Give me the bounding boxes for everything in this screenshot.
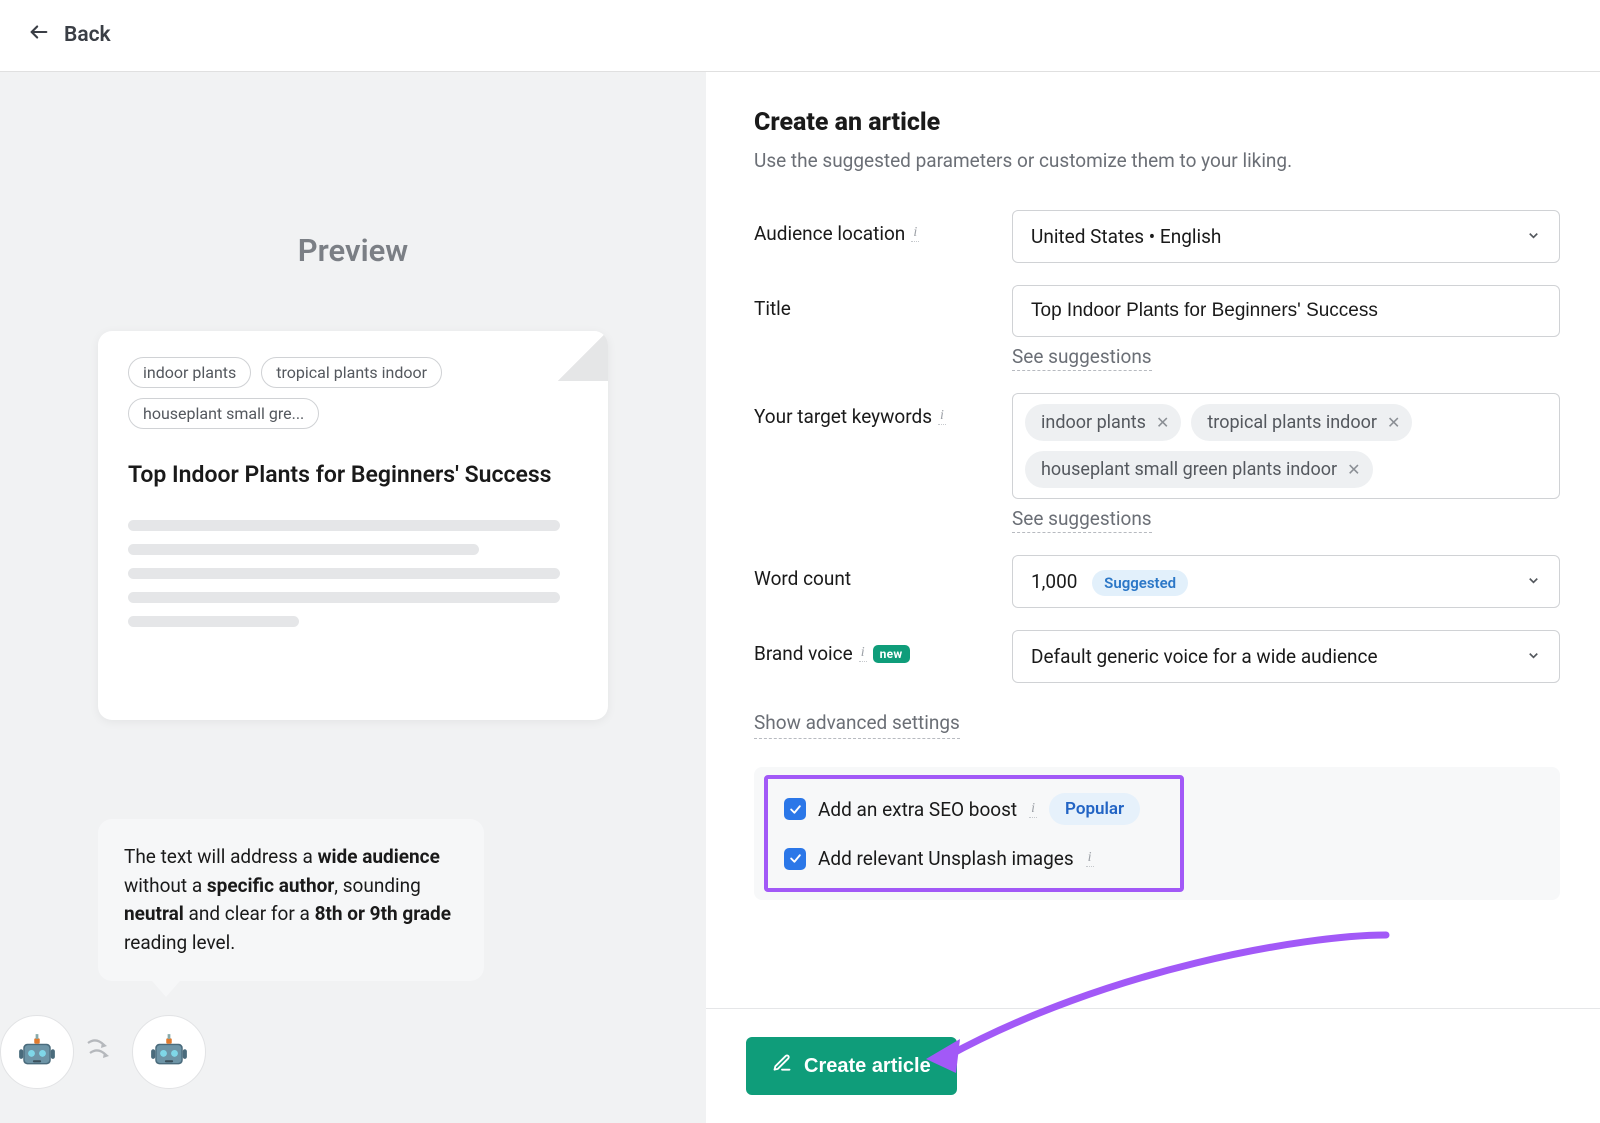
preview-column: Preview indoor plants tropical plants in…	[0, 71, 706, 1123]
robot-avatar	[0, 1015, 74, 1089]
extras-panel: Add an extra SEO boost i Popular Add rel…	[754, 767, 1560, 900]
tip-text: without a	[124, 874, 207, 897]
preview-title: Top Indoor Plants for Beginners' Success	[128, 459, 578, 490]
label-wordcount: Word count	[754, 567, 851, 590]
create-article-button[interactable]: Create article	[746, 1037, 957, 1095]
tip-text: , sounding	[334, 874, 421, 897]
see-suggestions-link[interactable]: See suggestions	[1012, 507, 1152, 533]
annotation-box: Add an extra SEO boost i Popular Add rel…	[764, 775, 1184, 892]
form-subheading: Use the suggested parameters or customiz…	[754, 149, 1560, 172]
brandvoice-value: Default generic voice for a wide audienc…	[1031, 645, 1378, 668]
skeleton-line	[128, 616, 299, 627]
keyword-chip: houseplant small green plants indoor ✕	[1025, 451, 1373, 488]
unsplash-label: Add relevant Unsplash images	[818, 847, 1074, 870]
back-label: Back	[64, 23, 111, 47]
preview-tag: indoor plants	[128, 357, 251, 388]
keywords-input[interactable]: indoor plants ✕ tropical plants indoor ✕ h…	[1012, 393, 1560, 499]
skeleton-line	[128, 568, 560, 579]
info-icon[interactable]: i	[1086, 850, 1094, 867]
wordcount-select[interactable]: 1,000 Suggested	[1012, 555, 1560, 608]
row-audience: Audience location i United States • Engl…	[754, 210, 1560, 263]
preview-card: indoor plants tropical plants indoor hou…	[98, 331, 608, 720]
tip-text: The text will address a	[124, 845, 318, 868]
row-title: Title See suggestions	[754, 285, 1560, 371]
form-column: Create an article Use the suggested para…	[706, 71, 1600, 1123]
remove-chip-icon[interactable]: ✕	[1156, 413, 1169, 432]
keyword-chip: tropical plants indoor ✕	[1191, 404, 1412, 441]
label-keywords: Your target keywords	[754, 405, 932, 428]
label-title: Title	[754, 297, 791, 320]
back-button[interactable]: Back	[28, 21, 111, 49]
see-suggestions-link[interactable]: See suggestions	[1012, 345, 1152, 371]
wordcount-value: 1,000	[1031, 570, 1077, 593]
tip-bold: 8th or 9th grade	[315, 902, 451, 925]
label-audience: Audience location	[754, 222, 905, 245]
row-wordcount: Word count 1,000 Suggested	[754, 555, 1560, 608]
checkbox-checked-icon[interactable]	[784, 848, 806, 870]
label-brandvoice: Brand voice	[754, 642, 853, 665]
tip-text: and clear for a	[184, 902, 315, 925]
fold-corner-icon	[558, 331, 608, 381]
seo-boost-label: Add an extra SEO boost	[818, 798, 1017, 821]
popular-pill: Popular	[1049, 793, 1140, 825]
row-brandvoice: Brand voice i new Default generic voice …	[754, 630, 1560, 683]
keyword-chip-label: houseplant small green plants indoor	[1041, 459, 1337, 480]
voice-tooltip: The text will address a wide audience wi…	[98, 819, 484, 981]
preview-heading: Preview	[298, 232, 408, 269]
keyword-chip: indoor plants ✕	[1025, 404, 1181, 441]
preview-tags: indoor plants tropical plants indoor hou…	[128, 357, 578, 429]
tip-bold: wide audience	[318, 845, 440, 868]
preview-tag: houseplant small gre...	[128, 398, 319, 429]
chevron-down-icon	[1526, 645, 1541, 668]
title-input[interactable]	[1012, 285, 1560, 337]
info-icon[interactable]: i	[938, 408, 946, 425]
row-keywords: Your target keywords i indoor plants ✕ tr…	[754, 393, 1560, 533]
info-icon[interactable]: i	[1029, 801, 1037, 818]
preview-tag: tropical plants indoor	[261, 357, 442, 388]
new-pill: new	[873, 645, 910, 663]
chevron-down-icon	[1526, 225, 1541, 248]
checkbox-checked-icon[interactable]	[784, 798, 806, 820]
arrow-left-icon	[28, 21, 50, 49]
keyword-chip-label: tropical plants indoor	[1207, 412, 1377, 433]
show-advanced-link[interactable]: Show advanced settings	[754, 711, 960, 739]
form-footer: Create article	[706, 1008, 1600, 1123]
tip-text: reading level.	[124, 931, 235, 954]
tip-bold: neutral	[124, 902, 184, 925]
chevron-down-icon	[1526, 570, 1541, 593]
robot-avatar	[132, 1015, 206, 1089]
info-icon[interactable]: i	[911, 225, 919, 242]
pencil-icon	[772, 1053, 792, 1079]
tip-bold: specific author	[207, 874, 334, 897]
transition-icon	[86, 1039, 120, 1065]
form-heading: Create an article	[754, 108, 1560, 137]
skeleton-line	[128, 544, 479, 555]
skeleton-line	[128, 592, 560, 603]
remove-chip-icon[interactable]: ✕	[1347, 460, 1360, 479]
seo-boost-option[interactable]: Add an extra SEO boost i Popular	[784, 793, 1164, 825]
audience-value: United States • English	[1031, 225, 1221, 248]
info-icon[interactable]: i	[859, 645, 867, 662]
remove-chip-icon[interactable]: ✕	[1387, 413, 1400, 432]
unsplash-option[interactable]: Add relevant Unsplash images i	[784, 847, 1164, 870]
suggested-pill: Suggested	[1092, 570, 1188, 596]
create-article-label: Create article	[804, 1055, 931, 1078]
topbar: Back	[0, 0, 1600, 71]
keyword-chip-label: indoor plants	[1041, 412, 1146, 433]
brandvoice-select[interactable]: Default generic voice for a wide audienc…	[1012, 630, 1560, 683]
audience-select[interactable]: United States • English	[1012, 210, 1560, 263]
skeleton-line	[128, 520, 560, 531]
